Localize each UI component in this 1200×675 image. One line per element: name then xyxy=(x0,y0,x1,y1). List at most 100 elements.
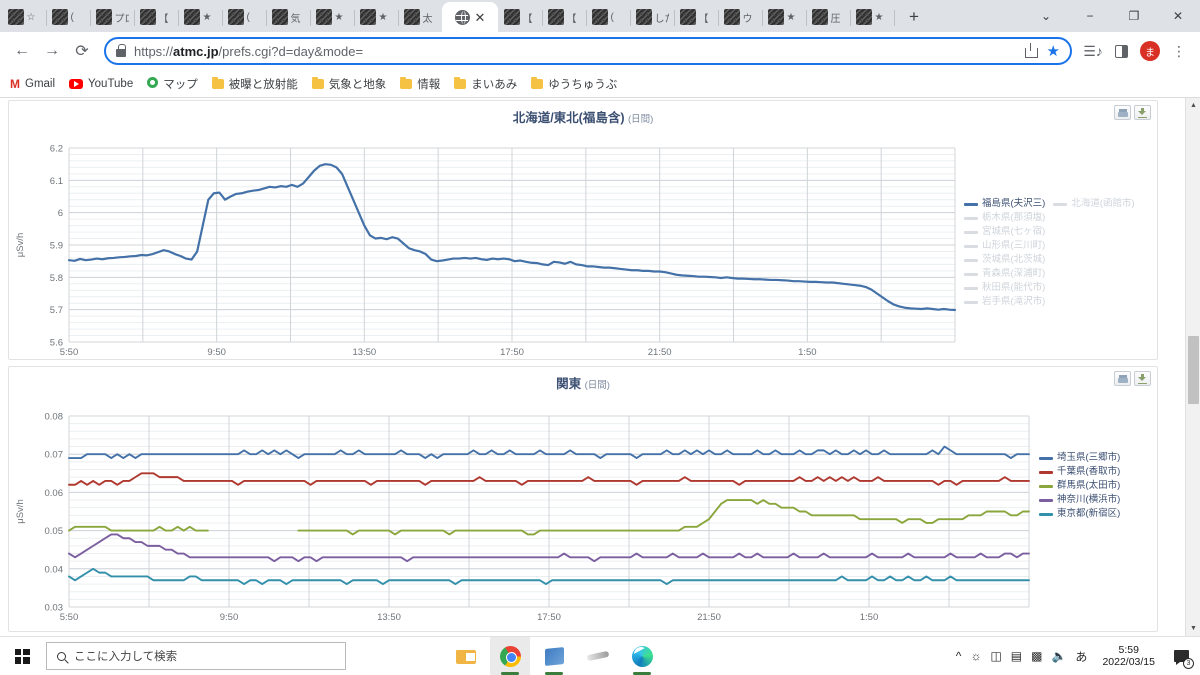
browser-tab[interactable]: ★ xyxy=(354,2,399,32)
legend-item[interactable]: 山形県(三川町) xyxy=(964,239,1135,253)
print-chart-button-2[interactable] xyxy=(1114,371,1131,386)
dictionary-icon xyxy=(544,646,564,666)
bookmark-item[interactable]: 気象と地象 xyxy=(311,76,386,92)
browser-toolbar: ← → ⟳ https://atmc.jp/prefs.cgi?d=day&mo… xyxy=(0,32,1200,70)
svg-text:1:50: 1:50 xyxy=(798,347,817,358)
bookmark-item[interactable]: 情報 xyxy=(400,76,440,92)
tab-search-button[interactable]: ⌄ xyxy=(1024,0,1068,32)
browser-tab[interactable]: ★ xyxy=(762,2,807,32)
tab-favicon xyxy=(51,9,68,25)
legend-item[interactable]: 秋田県(能代市) xyxy=(964,281,1135,295)
legend-item[interactable]: 福島県(夫沢三) xyxy=(964,197,1045,211)
page-scrollbar[interactable]: ▲ ▼ xyxy=(1185,98,1200,636)
profile-avatar[interactable]: ま xyxy=(1140,41,1160,61)
notification-center-button[interactable]: 3 xyxy=(1170,645,1194,669)
start-button[interactable] xyxy=(0,637,44,675)
bookmark-label: Gmail xyxy=(25,77,56,90)
bookmark-item[interactable]: まいあみ xyxy=(454,76,517,92)
minimize-button[interactable]: − xyxy=(1068,0,1112,32)
bookmark-item[interactable]: ゆうちゅうぶ xyxy=(531,76,617,92)
legend-item[interactable]: 千葉県(香取市) xyxy=(1039,465,1120,479)
camera-icon[interactable]: ☼ xyxy=(970,649,981,663)
browser-tab[interactable]: ( xyxy=(222,2,267,32)
maximize-button[interactable]: ❐ xyxy=(1112,0,1156,32)
network-icon[interactable]: ▤ xyxy=(1011,649,1022,663)
browser-tab[interactable]: ★ xyxy=(178,2,223,32)
volume-icon[interactable]: 🔈 xyxy=(1051,649,1066,663)
side-panel-icon[interactable] xyxy=(1108,38,1134,64)
browser-tab[interactable]: ☆ xyxy=(2,2,47,32)
clock-date: 2022/03/15 xyxy=(1102,656,1155,668)
share-icon[interactable] xyxy=(1024,43,1039,58)
battery-icon[interactable]: ◫ xyxy=(990,649,1001,663)
lock-icon xyxy=(116,43,126,57)
taskbar-search-input[interactable]: ここに入力して検索 xyxy=(46,642,346,670)
legend-label: 秋田県(能代市) xyxy=(982,282,1046,293)
reload-button[interactable]: ⟳ xyxy=(68,37,96,65)
bookmark-item[interactable]: YouTube xyxy=(69,78,133,90)
browser-tab[interactable]: ウ xyxy=(718,2,763,32)
download-chart-button-1[interactable] xyxy=(1134,105,1151,120)
browser-tab[interactable]: ( xyxy=(46,2,91,32)
reading-list-icon[interactable]: ☰♪ xyxy=(1080,38,1106,64)
system-tray: ^ ☼ ◫ ▤ ▩ 🔈 あ 5:59 2022/03/15 3 xyxy=(956,644,1200,669)
legend-item[interactable]: 宮城県(七ヶ宿) xyxy=(964,225,1135,239)
taskbar-google-chrome[interactable] xyxy=(490,636,530,675)
tab-favicon xyxy=(591,9,608,25)
taskbar-pen-tool[interactable] xyxy=(578,637,618,675)
browser-tab-active[interactable]: ✕ xyxy=(442,2,498,32)
address-bar[interactable]: https://atmc.jp/prefs.cgi?d=day&mode= ★ xyxy=(104,37,1072,65)
legend-item[interactable]: 茨城県(北茨城) xyxy=(964,253,1135,267)
browser-tab[interactable]: ( xyxy=(586,2,631,32)
legend-item[interactable]: 青森県(深浦町) xyxy=(964,267,1135,281)
chrome-icon xyxy=(499,645,521,667)
taskbar-clock[interactable]: 5:59 2022/03/15 xyxy=(1096,644,1161,668)
browser-tab[interactable]: プロ xyxy=(90,2,135,32)
legend-item[interactable]: 神奈川(横浜市) xyxy=(1039,493,1120,507)
legend-item[interactable]: 埼玉県(三郷市) xyxy=(1039,451,1120,465)
taskbar-file-explorer[interactable] xyxy=(446,637,486,675)
close-window-button[interactable]: ✕ xyxy=(1156,0,1200,32)
scroll-up-arrow[interactable]: ▲ xyxy=(1186,98,1200,113)
scrollbar-thumb[interactable] xyxy=(1188,336,1199,404)
svg-text:17:50: 17:50 xyxy=(537,612,561,623)
taskbar-dictionary[interactable] xyxy=(534,637,574,675)
browser-tab[interactable]: ★ xyxy=(310,2,355,32)
browser-tab[interactable]: ★ xyxy=(850,2,895,32)
legend-color-swatch xyxy=(964,272,978,276)
new-tab-button[interactable]: + xyxy=(900,3,928,31)
browser-tab[interactable]: 太 xyxy=(398,2,443,32)
legend-item[interactable]: 栃木県(那須塩) xyxy=(964,211,1135,225)
svg-text:5.9: 5.9 xyxy=(50,241,63,252)
tray-overflow-icon[interactable]: ^ xyxy=(956,649,962,663)
notification-count: 3 xyxy=(1183,658,1194,669)
bookmark-item[interactable]: M Gmail xyxy=(10,77,55,91)
legend-item[interactable]: 岩手県(滝沢市) xyxy=(964,295,1135,309)
forward-button[interactable]: → xyxy=(38,37,66,65)
bookmark-item[interactable]: マップ xyxy=(147,76,198,92)
tab-label: 【 xyxy=(566,13,577,25)
browser-tab[interactable]: 気 xyxy=(266,2,311,32)
browser-tab[interactable]: 【 xyxy=(674,2,719,32)
browser-tab[interactable]: 【 xyxy=(498,2,543,32)
tab-close-icon[interactable]: ✕ xyxy=(475,11,486,24)
download-chart-button-2[interactable] xyxy=(1134,371,1151,386)
browser-tab[interactable]: 圧 xyxy=(806,2,851,32)
svg-text:6.2: 6.2 xyxy=(50,144,63,155)
back-button[interactable]: ← xyxy=(8,37,36,65)
taskbar-microsoft-edge[interactable] xyxy=(622,637,662,675)
display-icon[interactable]: ▩ xyxy=(1031,649,1042,663)
scroll-down-arrow[interactable]: ▼ xyxy=(1186,621,1200,636)
chrome-menu-icon[interactable]: ⋮ xyxy=(1166,38,1192,64)
bookmark-star-icon[interactable]: ★ xyxy=(1047,42,1060,60)
legend-item[interactable]: 群馬県(太田市) xyxy=(1039,479,1120,493)
browser-tab[interactable]: 【 xyxy=(134,2,179,32)
ime-indicator[interactable]: あ xyxy=(1075,648,1087,665)
browser-tab[interactable]: 【 xyxy=(542,2,587,32)
print-chart-button-1[interactable] xyxy=(1114,105,1131,120)
bookmark-item[interactable]: 被曝と放射能 xyxy=(211,76,298,92)
legend-item[interactable]: 東京都(新宿区) xyxy=(1039,507,1120,521)
browser-tab[interactable]: した xyxy=(630,2,675,32)
legend-item[interactable]: 北海道(函館市) xyxy=(1053,197,1135,211)
svg-text:13:50: 13:50 xyxy=(377,612,401,623)
